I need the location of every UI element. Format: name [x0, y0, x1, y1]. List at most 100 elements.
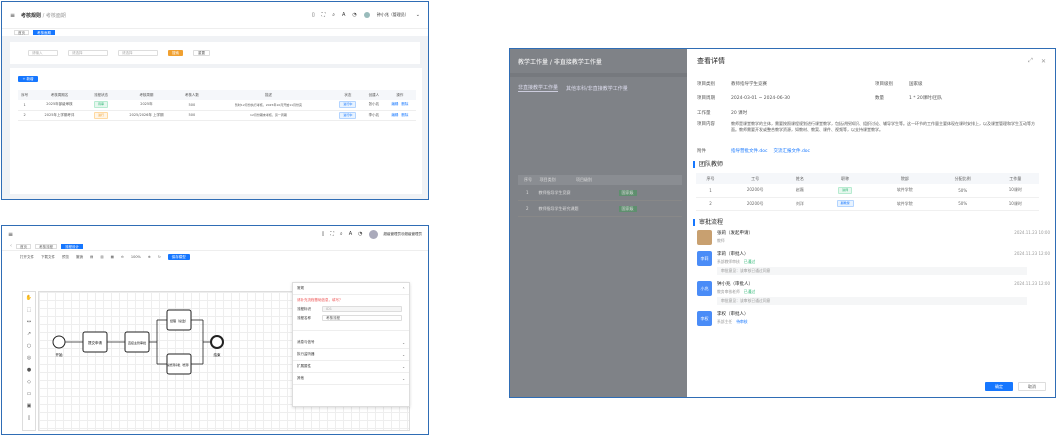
delete-link[interactable]: 删除	[401, 102, 408, 106]
title-badge: 讲师	[838, 186, 853, 194]
avatar: 李莉	[697, 250, 712, 266]
task-gm-label: 总经理审批（经理）	[167, 363, 190, 367]
period-value: 2024-03-01 ~ 2024-06-30	[731, 96, 790, 101]
intermediate-event-icon[interactable]: ◎	[23, 352, 35, 364]
chevron-down-icon[interactable]: ⌄	[402, 365, 405, 369]
search-icon[interactable]: ⌕	[332, 12, 335, 18]
chevron-left-icon[interactable]: ‹	[10, 243, 12, 249]
delete-link[interactable]: 删除	[401, 113, 408, 117]
timeline-body: 李权（审批人） 系部主任 待审核	[717, 311, 1050, 326]
attachment-link-1[interactable]: 指导营批文件.doc	[731, 148, 768, 154]
fullscreen-icon[interactable]: ⛶	[322, 12, 326, 18]
process-id-input[interactable]: ID1	[322, 306, 402, 312]
download-file-button[interactable]: 下载文件	[41, 255, 55, 260]
subprocess-icon[interactable]: ▣	[23, 400, 35, 412]
user-name[interactable]: 超级管理员@超级管理员	[384, 232, 423, 237]
row-name: 教师指导学生竞赛	[538, 189, 571, 195]
add-button[interactable]: + 新增	[18, 76, 38, 82]
phone-icon[interactable]: ▯	[312, 12, 315, 18]
lasso-tool-icon[interactable]: ⬚	[23, 304, 35, 316]
chevron-up-icon[interactable]: ⌃	[402, 287, 405, 291]
align-icon[interactable]: ▥	[100, 255, 103, 259]
user-name[interactable]: 钟小兆（管理员）	[377, 12, 409, 18]
phone-icon[interactable]: ▯	[322, 231, 325, 237]
start-event-icon[interactable]: ○	[23, 340, 35, 352]
search-icon[interactable]: ⌕	[340, 231, 343, 237]
column-header: 分配比例	[933, 173, 992, 184]
zoom-out-icon[interactable]: ⊖	[121, 255, 124, 259]
menu-icon[interactable]: ≡	[8, 231, 13, 238]
column-header: 描述	[205, 90, 332, 100]
confirm-button[interactable]: 确定	[985, 382, 1013, 391]
column-header: 考核周期	[114, 90, 179, 100]
align-icon[interactable]: ▤	[90, 255, 93, 259]
end-event[interactable]	[210, 335, 224, 349]
period-label: 项目周期	[697, 96, 715, 101]
tab-exam-period[interactable]: 考核面期	[33, 30, 55, 35]
category-label: 项目类别	[697, 82, 715, 87]
connect-tool-icon[interactable]: ↗	[23, 328, 35, 340]
filter-select-2[interactable]: 请选择	[118, 50, 158, 56]
avatar[interactable]	[368, 229, 378, 239]
edit-link[interactable]: 编辑	[391, 102, 398, 106]
open-file-button[interactable]: 打开文件	[20, 255, 34, 260]
tab-process-design[interactable]: 流程设计	[61, 243, 83, 249]
chevron-down-icon[interactable]: ⌄	[416, 12, 420, 18]
font-icon[interactable]: A	[342, 12, 345, 18]
chevron-down-icon[interactable]: ⌄	[402, 377, 405, 381]
align-icon[interactable]: ▦	[111, 255, 114, 259]
reset-button[interactable]: 重置	[193, 50, 210, 56]
column-header: 序号	[18, 90, 32, 100]
process-name-input[interactable]: 考核流程	[322, 315, 402, 321]
panel-section-listeners[interactable]: 执行监听器 ⌄	[293, 349, 409, 361]
filter-select-1[interactable]: 请选择	[68, 50, 108, 56]
avatar[interactable]	[363, 12, 370, 18]
cancel-button[interactable]: 取消	[1018, 382, 1046, 391]
panel-section-messages[interactable]: 消息与信号 ⌄	[293, 337, 409, 349]
filter-input-1[interactable]: 请输入	[28, 50, 58, 56]
redo-icon[interactable]: ↻	[158, 255, 161, 259]
preview-button[interactable]: 预览	[62, 255, 69, 260]
undo-button[interactable]: 撤销	[76, 255, 83, 260]
approval-time: 2024.11.23 12:00	[1014, 251, 1050, 256]
search-button[interactable]: 搜索	[168, 50, 183, 56]
save-model-button[interactable]: 保存模型	[167, 254, 190, 260]
tab-home[interactable]: 首页	[16, 243, 31, 249]
panel-section-general[interactable]: 常规 ⌃	[293, 283, 409, 295]
task-icon[interactable]: ▭	[23, 388, 35, 400]
state-badge: 进行	[93, 111, 108, 119]
cell-no: 1	[696, 184, 725, 198]
fullscreen-icon[interactable]: ⛶	[330, 231, 334, 237]
font-icon[interactable]: A	[349, 231, 352, 237]
cell-id: 20200号	[724, 184, 786, 198]
panel-section-extension[interactable]: 扩展属性 ⌄	[293, 361, 409, 373]
workload-detail-window: 教学工作量 / 非直接教学工作量 非直接教学工作量 其他本科/非直接教学工作量 …	[509, 48, 1056, 398]
expand-icon[interactable]: ⤢	[1028, 57, 1033, 65]
bell-icon[interactable]: ◔	[352, 12, 356, 18]
bell-icon[interactable]: ◔	[358, 231, 362, 237]
attachment-link-2[interactable]: 交流汇报文件.doc	[774, 148, 811, 154]
gateway-icon[interactable]: ◇	[23, 376, 35, 388]
close-icon[interactable]: ✕	[1041, 58, 1046, 65]
tab-non-direct[interactable]: 非直接教学工作量	[518, 84, 559, 92]
tab-other[interactable]: 其他本科/非直接教学工作量	[566, 85, 628, 92]
zoom-in-icon[interactable]: ⊕	[148, 255, 151, 259]
edit-link[interactable]: 编辑	[391, 113, 398, 117]
menu-icon[interactable]: ≡	[10, 12, 15, 19]
space-tool-icon[interactable]: ↔	[23, 316, 35, 328]
tab-home[interactable]: 首页	[14, 30, 29, 35]
process-id-label: 流程标识	[297, 306, 311, 311]
tab-exam-process[interactable]: 考核流程	[35, 243, 57, 249]
start-event[interactable]	[52, 335, 66, 349]
panel-section-other[interactable]: 其他 ⌄	[293, 373, 409, 385]
chevron-down-icon[interactable]: ⌄	[402, 353, 405, 357]
cell-name: 赵磊	[785, 184, 815, 198]
breadcrumb-root[interactable]: 考核规则	[21, 13, 41, 19]
approver-role: 教务审核老师	[717, 288, 740, 294]
avatar	[697, 229, 712, 245]
end-event-icon[interactable]: ●	[23, 364, 35, 376]
data-icon[interactable]: ▯	[23, 412, 35, 424]
chevron-down-icon[interactable]: ⌄	[402, 341, 405, 345]
hand-tool-icon[interactable]: ✋	[23, 292, 35, 304]
timeline-item: 李权 李权（审批人） 系部主任 待审核	[697, 310, 1050, 326]
